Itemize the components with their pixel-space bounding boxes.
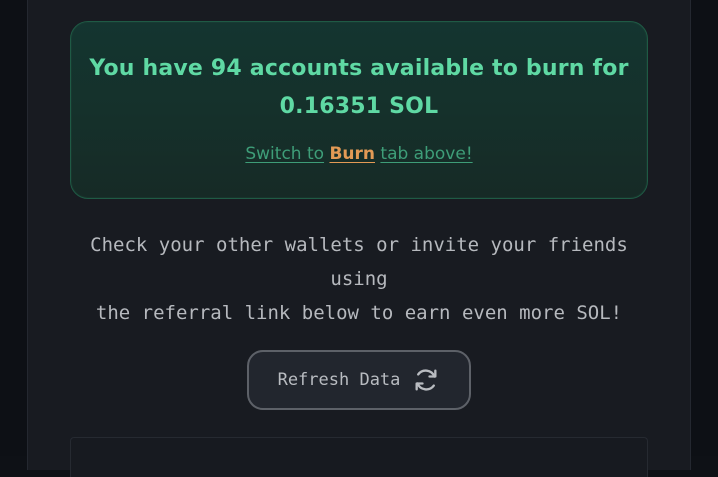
switch-to-burn-hint[interactable]: Switch to Burn tab above! xyxy=(71,144,647,164)
switch-prefix[interactable]: Switch to xyxy=(245,144,324,164)
referral-info-line-2: the referral link below to earn even mor… xyxy=(95,302,623,324)
summary-prefix: You have xyxy=(89,56,204,81)
referral-info-text: Check your other wallets or invite your … xyxy=(70,228,648,330)
referral-link-box xyxy=(70,437,648,477)
burn-tab-link[interactable]: Burn xyxy=(329,144,375,164)
refresh-icon xyxy=(415,369,437,391)
switch-suffix[interactable]: tab above! xyxy=(380,144,472,164)
account-count: 94 xyxy=(210,56,242,81)
refresh-data-label: Refresh Data xyxy=(277,370,401,390)
sol-amount: 0.16351 SOL xyxy=(279,94,439,119)
refresh-data-button[interactable]: Refresh Data xyxy=(247,350,471,410)
accounts-available-text: You have 94 accounts available to burn f… xyxy=(71,56,647,81)
burn-summary-card: You have 94 accounts available to burn f… xyxy=(70,21,648,199)
summary-middle: accounts available to burn for xyxy=(249,56,629,81)
referral-info-line-1: Check your other wallets or invite your … xyxy=(90,234,628,290)
